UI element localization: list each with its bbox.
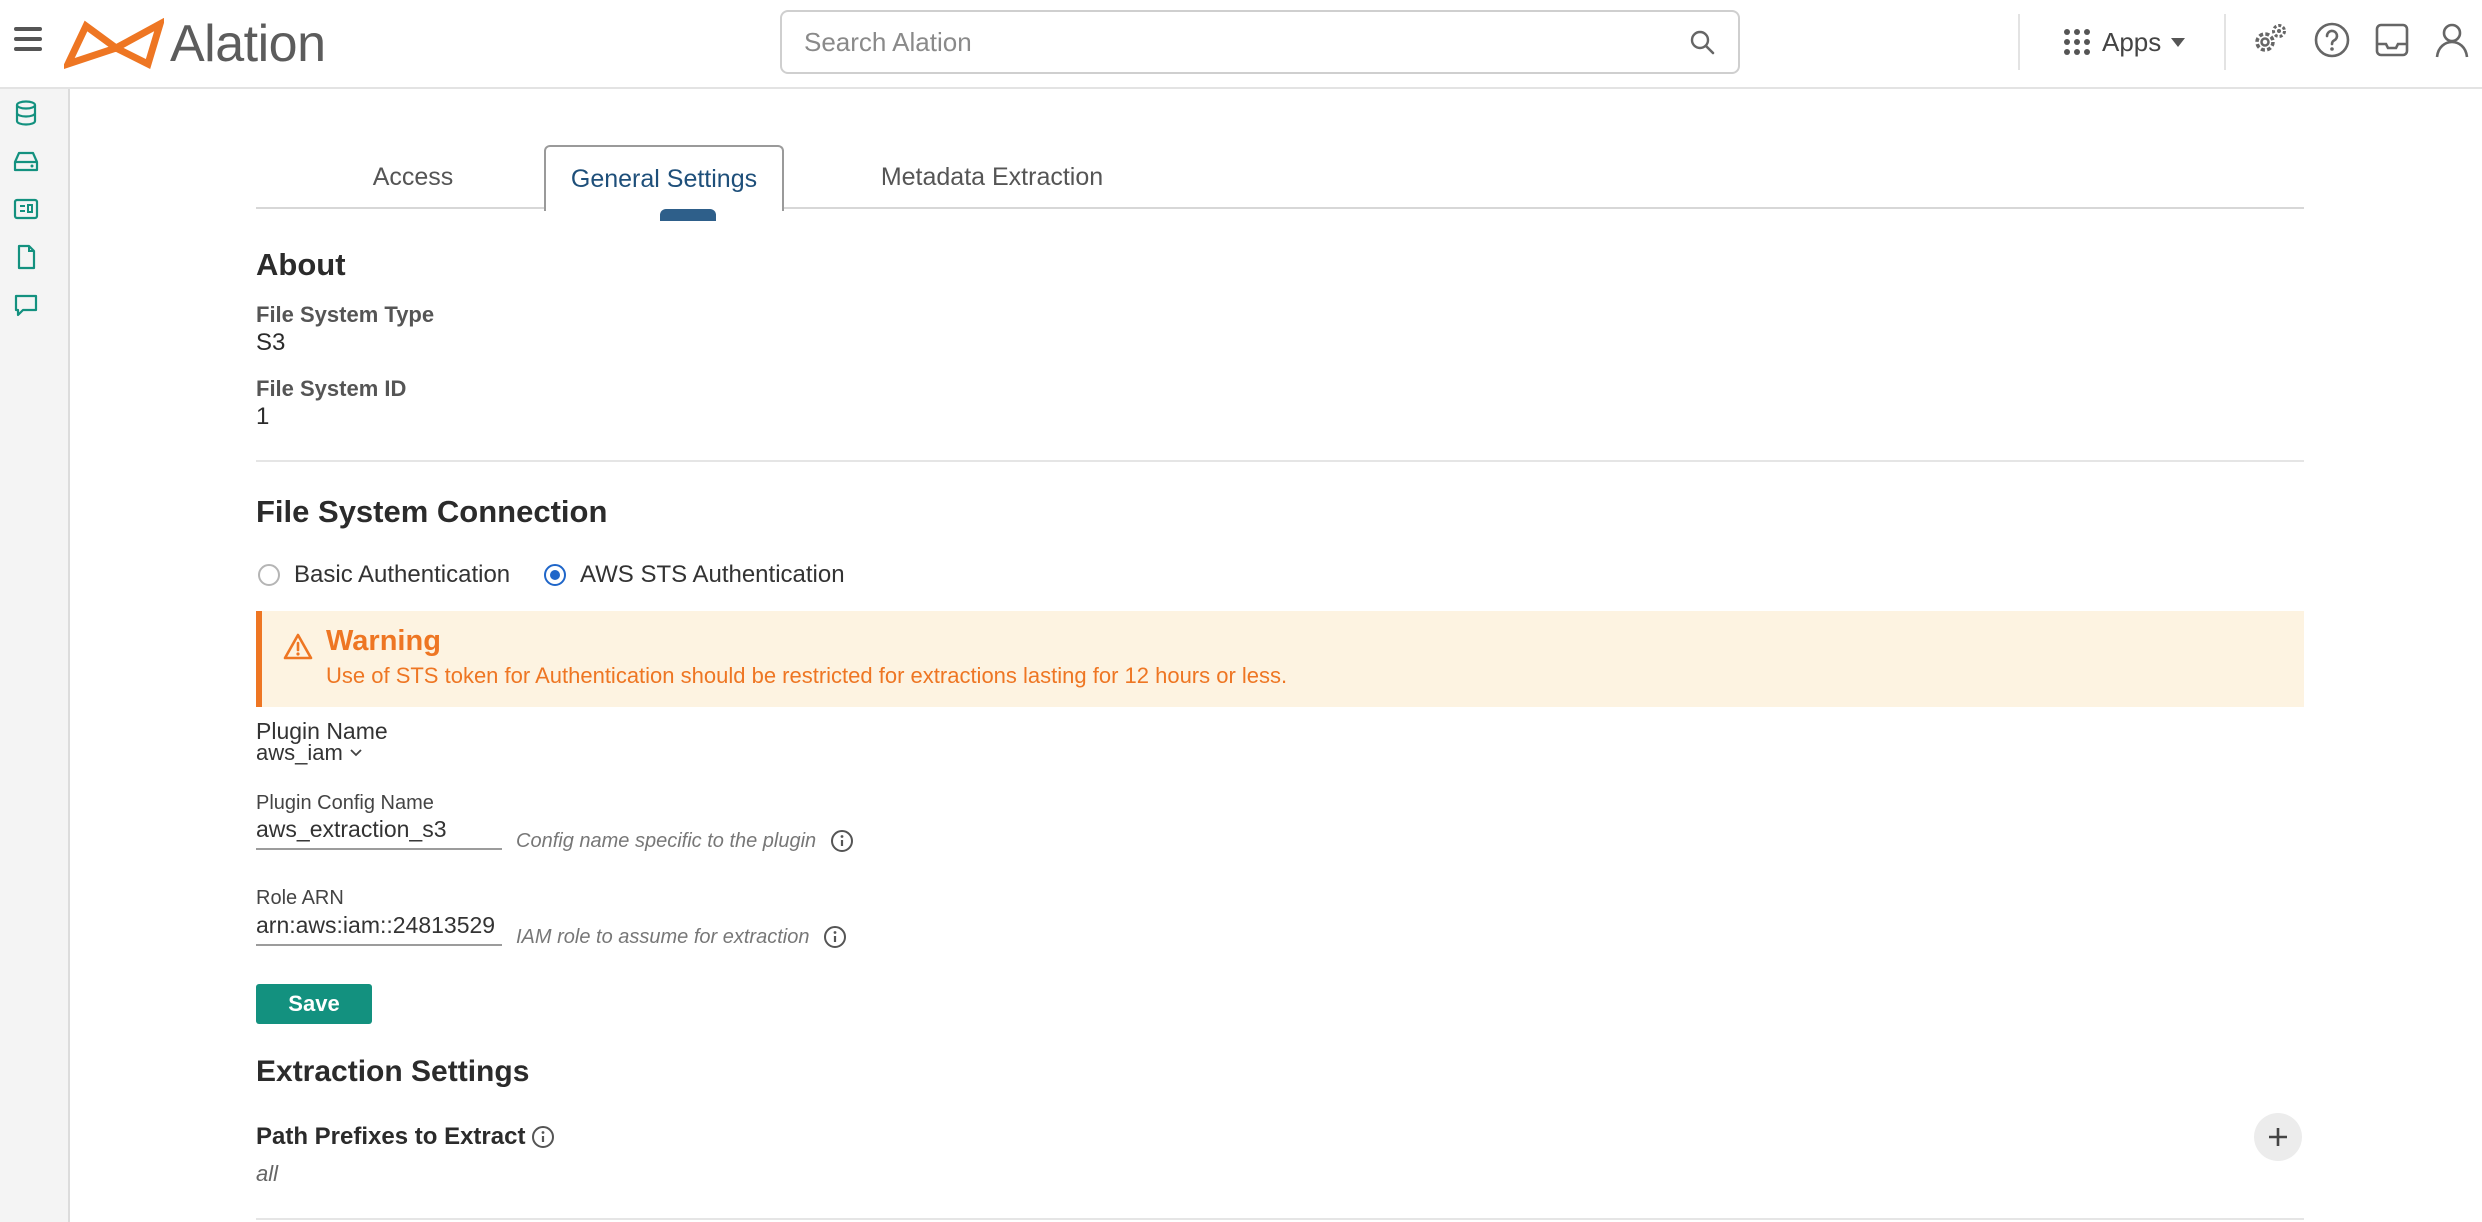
dashboard-icon[interactable] xyxy=(12,195,40,223)
inbox-icon[interactable] xyxy=(2372,20,2412,60)
path-prefixes-label: Path Prefixes to Extract xyxy=(256,1123,526,1150)
tab-general-settings[interactable]: General Settings xyxy=(544,145,784,211)
left-rail xyxy=(0,89,70,1222)
help-icon[interactable] xyxy=(2312,20,2352,60)
info-icon[interactable] xyxy=(531,1125,555,1149)
file-system-id-label: File System ID xyxy=(256,376,407,401)
plugin-config-hint: Config name specific to the plugin xyxy=(516,829,854,853)
extraction-settings-heading: Extraction Settings xyxy=(256,1055,530,1088)
section-divider xyxy=(256,1218,2304,1220)
file-system-type-value: S3 xyxy=(256,329,286,356)
document-icon[interactable] xyxy=(12,243,40,271)
apps-menu-button[interactable]: Apps xyxy=(2064,22,2186,62)
radio-aws-sts-authentication[interactable]: AWS STS Authentication xyxy=(544,561,845,589)
chat-bubble-icon[interactable] xyxy=(12,291,40,319)
radio-button-checked[interactable] xyxy=(544,564,566,586)
warning-title: Warning xyxy=(326,625,441,657)
path-prefixes-value: all xyxy=(256,1161,279,1186)
database-icon[interactable] xyxy=(12,99,40,127)
menu-icon[interactable] xyxy=(14,27,42,51)
plugin-config-hint-text: Config name specific to the plugin xyxy=(516,829,817,852)
search-input[interactable] xyxy=(804,26,1688,58)
apps-label: Apps xyxy=(2102,26,2162,57)
add-path-prefix-button[interactable] xyxy=(2254,1113,2302,1161)
logo-text: Alation xyxy=(170,15,326,73)
plugin-config-name-input[interactable] xyxy=(256,810,502,850)
top-bar: Alation Apps xyxy=(0,0,2482,89)
radio-label: AWS STS Authentication xyxy=(580,561,845,588)
caret-down-icon xyxy=(2171,37,2186,47)
save-button[interactable]: Save xyxy=(256,984,372,1024)
divider xyxy=(2224,14,2226,70)
alation-logo[interactable]: Alation xyxy=(64,14,326,74)
plugin-name-select[interactable]: aws_iam xyxy=(256,740,363,766)
file-system-id-value: 1 xyxy=(256,403,270,430)
active-tab-indicator xyxy=(660,209,716,221)
warning-triangle-icon xyxy=(282,631,314,663)
tab-metadata-extraction[interactable]: Metadata Extraction xyxy=(852,145,1132,209)
radio-basic-authentication[interactable]: Basic Authentication xyxy=(258,561,510,589)
role-arn-label: Role ARN xyxy=(256,887,344,909)
warning-banner: Warning Use of STS token for Authenticat… xyxy=(256,611,2304,707)
role-arn-hint: IAM role to assume for extraction xyxy=(516,925,847,949)
path-prefixes-heading: Path Prefixes to Extract xyxy=(256,1123,555,1151)
search-icon[interactable] xyxy=(1688,28,1716,56)
file-system-type-label: File System Type xyxy=(256,302,435,327)
user-profile-icon[interactable] xyxy=(2432,20,2472,60)
about-heading: About xyxy=(256,247,346,282)
radio-label: Basic Authentication xyxy=(294,561,511,588)
warning-text: Use of STS token for Authentication shou… xyxy=(326,663,1288,688)
plugin-name-value: aws_iam xyxy=(256,740,343,765)
radio-button-unchecked[interactable] xyxy=(258,564,280,586)
divider xyxy=(2018,14,2020,70)
search-box[interactable] xyxy=(780,10,1740,74)
tab-bar: Access General Settings Metadata Extract… xyxy=(256,145,2304,211)
info-icon[interactable] xyxy=(830,829,854,853)
role-arn-hint-text: IAM role to assume for extraction xyxy=(516,925,810,948)
apps-grid-icon xyxy=(2064,29,2090,55)
plus-icon xyxy=(2269,1128,2287,1146)
settings-gears-icon[interactable] xyxy=(2250,20,2290,60)
role-arn-input[interactable] xyxy=(256,906,502,946)
section-divider xyxy=(256,460,2304,462)
info-icon[interactable] xyxy=(823,925,847,949)
storage-drive-icon[interactable] xyxy=(12,147,40,175)
chevron-down-icon xyxy=(350,749,362,757)
alation-bowtie-icon xyxy=(64,18,164,70)
file-system-connection-heading: File System Connection xyxy=(256,494,608,529)
tab-access[interactable]: Access xyxy=(338,145,488,209)
